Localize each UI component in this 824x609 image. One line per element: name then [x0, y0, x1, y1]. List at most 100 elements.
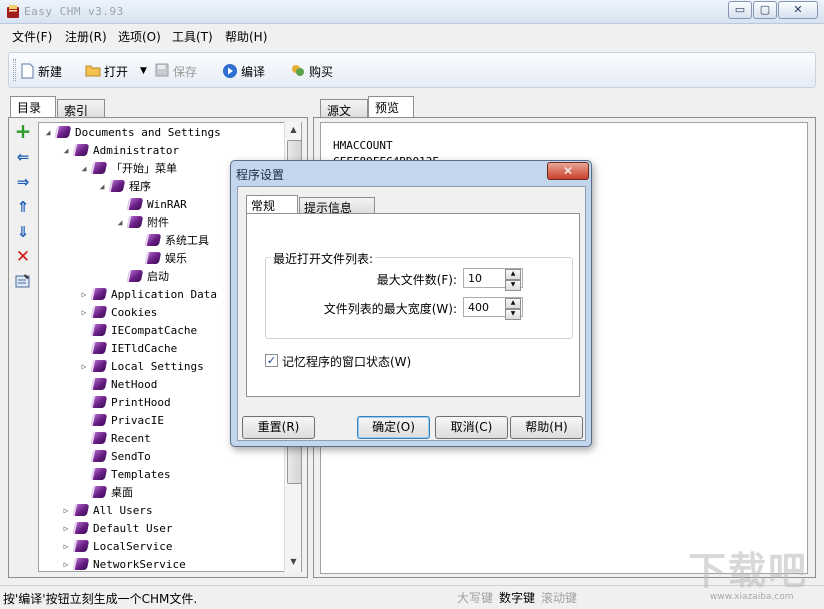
tab-index[interactable]: 索引 — [57, 99, 105, 119]
tree-node[interactable]: IETldCache — [79, 339, 177, 357]
open-button[interactable]: 打开 — [85, 61, 128, 81]
open-dropdown-arrow[interactable]: ▼ — [140, 61, 147, 81]
tree-node[interactable]: ◢Documents and Settings — [43, 123, 221, 141]
menu-file[interactable]: 文件(F) — [12, 28, 52, 45]
tree-node[interactable]: ▷ LocalService — [61, 537, 172, 555]
arrow-left-icon[interactable]: ⇐ — [14, 148, 32, 166]
menu-register[interactable]: 注册(R) — [65, 28, 107, 45]
tree-node[interactable]: ◢「开始」菜单 — [79, 159, 177, 177]
book-icon — [109, 180, 126, 192]
spin-down-icon[interactable]: ▼ — [505, 280, 521, 291]
tree-node[interactable]: ▷Cookies — [79, 303, 157, 321]
tree-node[interactable]: ◢ 附件 — [115, 213, 169, 231]
tree-node[interactable]: PrivacIE — [79, 411, 164, 429]
dialog-body: 常规(G) 提示信息(M) 最近打开文件列表: 最大文件数(F): 10 ▲ ▼… — [237, 186, 586, 441]
tree-node[interactable]: PrintHood — [79, 393, 171, 411]
tree-node[interactable]: ◢ 程序 — [97, 177, 151, 195]
toolbar-grip[interactable] — [13, 59, 16, 81]
new-button[interactable]: 新建 — [19, 61, 62, 81]
buy-button[interactable]: 购买 — [290, 61, 333, 81]
tab-tip-info[interactable]: 提示信息(M) — [299, 197, 375, 214]
status-bar: 按'编译'按钮立刻生成一个CHM文件. 大写键 数字键 滚动键 — [0, 585, 824, 609]
tree-node[interactable]: NetHood — [79, 375, 157, 393]
delete-icon[interactable]: ✕ — [14, 248, 32, 266]
tab-preview[interactable]: 预览 — [368, 96, 414, 118]
tree-node[interactable]: 启动 — [115, 267, 169, 285]
tree-node[interactable]: 娱乐 — [133, 249, 187, 267]
minimize-button[interactable]: ▭ — [728, 1, 752, 19]
collapsed-triangle-icon[interactable]: ▷ — [61, 524, 71, 533]
tree-node[interactable]: SendTo — [79, 447, 151, 465]
expanded-triangle-icon[interactable]: ◢ — [79, 164, 89, 173]
dialog-close-button[interactable]: ✕ — [547, 162, 589, 180]
tree-node[interactable]: ▷Default User — [61, 519, 172, 537]
tree-node[interactable]: WinRAR — [115, 195, 187, 213]
tree-node[interactable]: 桌面 — [79, 483, 133, 501]
book-icon — [91, 288, 108, 300]
collapsed-triangle-icon[interactable]: ▷ — [61, 542, 71, 551]
spin-up-icon[interactable]: ▲ — [505, 269, 521, 280]
arrow-down-icon[interactable]: ⇓ — [14, 223, 32, 241]
arrow-up-icon[interactable]: ⇑ — [14, 198, 32, 216]
tree-node[interactable]: ▷ All Users — [61, 501, 153, 519]
tree-node[interactable]: Templates — [79, 465, 171, 483]
tree-node[interactable]: ▷ NetworkService — [61, 555, 186, 572]
book-icon — [127, 270, 144, 282]
scroll-lock-indicator: 滚动键 — [539, 589, 579, 606]
toolbar: 新建 打开 ▼ 保存 编译 购买 — [8, 52, 816, 88]
spin-up-icon[interactable]: ▲ — [505, 298, 521, 309]
tree-node-label: 娱乐 — [165, 250, 187, 266]
collapsed-triangle-icon[interactable]: ▷ — [61, 560, 71, 569]
menu-tools[interactable]: 工具(T) — [172, 28, 213, 45]
tree-node[interactable]: ▷ Application Data — [79, 285, 217, 303]
scroll-down-arrow[interactable]: ▼ — [285, 554, 302, 570]
max-width-spinner[interactable]: ▲ ▼ — [505, 298, 521, 320]
expanded-triangle-icon[interactable]: ◢ — [43, 128, 53, 137]
tree-node[interactable]: ◢Administrator — [61, 141, 179, 159]
ok-button[interactable]: 确定(O) — [357, 416, 430, 439]
tree-node-label: LocalService — [93, 540, 172, 553]
book-icon — [73, 540, 90, 552]
expanded-triangle-icon[interactable]: ◢ — [61, 146, 71, 155]
collapsed-triangle-icon[interactable]: ▷ — [61, 506, 71, 515]
tree-node[interactable]: 系统工具 — [133, 231, 209, 249]
tree-node-label: NetworkService — [93, 558, 186, 571]
expanded-triangle-icon[interactable]: ◢ — [115, 218, 125, 227]
settings-dialog: 程序设置 ✕ 常规(G) 提示信息(M) 最近打开文件列表: 最大文件数(F):… — [230, 160, 592, 447]
collapsed-triangle-icon[interactable]: ▷ — [79, 290, 89, 299]
tree-node[interactable]: IECompatCache — [79, 321, 197, 339]
tab-source[interactable]: 源文件 — [320, 99, 368, 119]
tab-general[interactable]: 常规(G) — [246, 195, 298, 215]
menu-help[interactable]: 帮助(H) — [225, 28, 267, 45]
collapsed-triangle-icon[interactable]: ▷ — [79, 308, 89, 317]
tree-node[interactable]: Recent — [79, 429, 151, 447]
close-button[interactable]: ✕ — [778, 1, 818, 19]
cancel-button[interactable]: 取消(C) — [435, 416, 508, 439]
tab-toc[interactable]: 目录 — [10, 96, 56, 118]
menu-options[interactable]: 选项(O) — [118, 28, 161, 45]
remember-window-checkbox[interactable]: ✓ — [265, 354, 278, 367]
tree-node[interactable]: ▷ Local Settings — [79, 357, 204, 375]
reset-button[interactable]: 重置(R) — [242, 416, 315, 439]
properties-icon[interactable] — [14, 273, 32, 291]
tree-node-label: 附件 — [147, 214, 169, 230]
help-button[interactable]: 帮助(H) — [510, 416, 583, 439]
tree-node-label: Application Data — [111, 288, 217, 301]
add-icon[interactable]: + — [14, 122, 32, 140]
scroll-up-arrow[interactable]: ▲ — [285, 122, 302, 138]
tree-node-label: 程序 — [129, 178, 151, 194]
compile-button[interactable]: 编译 — [222, 61, 265, 81]
expanded-triangle-icon[interactable]: ◢ — [97, 182, 107, 191]
save-button[interactable]: 保存 — [154, 61, 197, 81]
book-icon — [73, 558, 90, 570]
remember-window-label[interactable]: 记忆程序的窗口状态(W) — [282, 353, 411, 370]
document-icon — [19, 63, 35, 79]
collapsed-triangle-icon[interactable]: ▷ — [79, 362, 89, 371]
max-files-spinner[interactable]: ▲ ▼ — [505, 269, 521, 291]
book-icon — [91, 306, 108, 318]
maximize-button[interactable]: ▢ — [753, 1, 777, 19]
arrow-right-icon[interactable]: ⇒ — [14, 173, 32, 191]
tree-node-label: All Users — [93, 504, 153, 517]
spin-down-icon[interactable]: ▼ — [505, 309, 521, 320]
tree-node-label: Local Settings — [111, 360, 204, 373]
